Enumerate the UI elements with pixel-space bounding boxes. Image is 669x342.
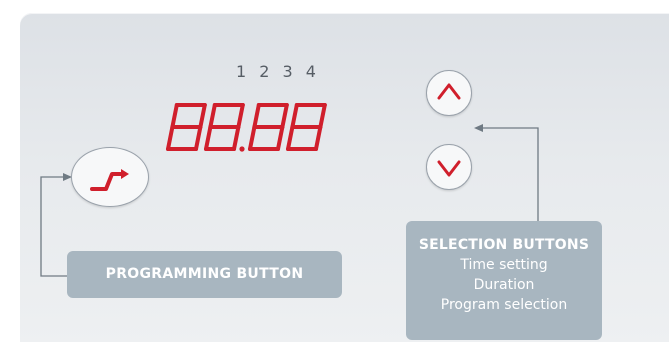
selection-label-line: Time setting (460, 257, 548, 273)
display-segment (170, 103, 179, 129)
display-segment (290, 103, 299, 129)
programming-button-label: PROGRAMMING BUTTON (67, 251, 342, 298)
seven-segment-display (166, 103, 327, 152)
decimal-point (239, 146, 245, 152)
display-segment (318, 103, 327, 129)
selection-label-title: SELECTION BUTTONS (418, 237, 590, 253)
chevron-up-icon (437, 83, 461, 100)
display-segment (194, 125, 203, 151)
display-segment (276, 125, 285, 151)
display-segment (252, 103, 261, 129)
selection-connector (480, 127, 539, 221)
programming-button[interactable] (71, 147, 149, 207)
display-segment (248, 125, 257, 151)
digit-indices: 1 2 3 4 (236, 62, 320, 81)
display-segment (286, 125, 295, 151)
display-segment (166, 125, 175, 151)
display-segment (208, 103, 217, 129)
display-segment (232, 125, 241, 151)
selection-buttons-label: SELECTION BUTTONS Time setting Duration … (406, 221, 602, 340)
selection-label-line: Program selection (440, 297, 568, 313)
down-button[interactable] (426, 144, 472, 190)
display-segment (198, 103, 207, 129)
control-panel-diagram: 1 2 3 4 PROGRAMMING BUTTON SELECTION BUT… (0, 0, 669, 342)
chevron-down-icon (437, 160, 461, 177)
selection-label-line: Duration (473, 277, 535, 293)
display-segment (314, 125, 323, 151)
selection-arrowhead (474, 124, 483, 132)
up-button[interactable] (426, 70, 472, 116)
programming-connector (40, 176, 67, 277)
step-arrow-icon (90, 169, 129, 191)
display-segment (280, 103, 289, 129)
display-segment (204, 125, 213, 151)
display-segment (236, 103, 245, 129)
